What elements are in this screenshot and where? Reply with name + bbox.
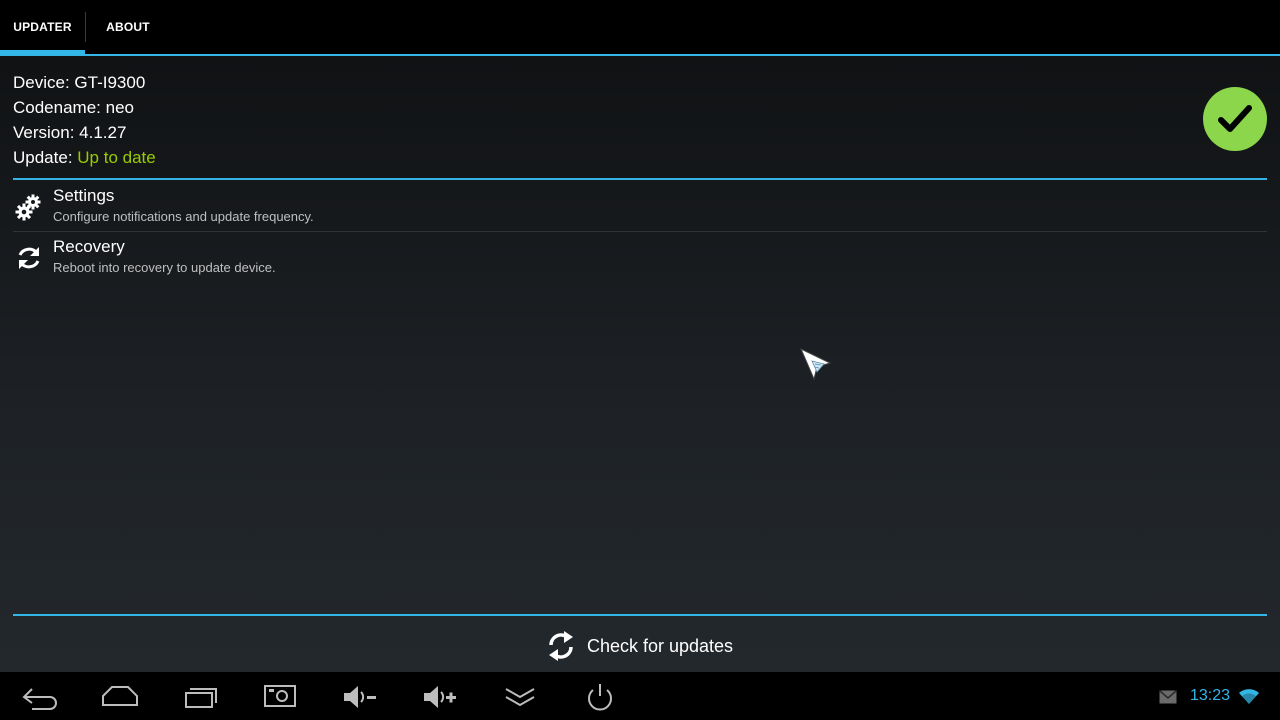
device-row: Device: GT-I9300 [13, 70, 156, 95]
tab-bar: UPDATER ABOUT [0, 0, 1280, 56]
recents-button[interactable] [176, 680, 224, 714]
device-value: GT-I9300 [74, 73, 146, 92]
recents-icon [185, 688, 217, 708]
action-separator [13, 614, 1267, 616]
device-label: Device: [13, 73, 70, 92]
home-button[interactable] [96, 680, 144, 714]
info-separator [13, 178, 1267, 180]
reboot-icon [18, 247, 40, 269]
codename-value: neo [105, 98, 134, 117]
volume-up-button[interactable] [416, 680, 464, 714]
back-icon [22, 688, 57, 710]
screenshot-button[interactable] [256, 680, 304, 714]
selected-tab-indicator [0, 50, 85, 54]
screen: UPDATER ABOUT Device: GT-I9300 Codename:… [0, 0, 1280, 720]
recovery-summary: Reboot into recovery to update device. [53, 260, 276, 275]
version-row: Version: 4.1.27 [13, 120, 156, 145]
wifi-icon [1239, 689, 1259, 704]
codename-label: Codename: [13, 98, 101, 117]
mouse-cursor-icon [800, 347, 832, 381]
power-icon [588, 684, 612, 711]
codename-row: Codename: neo [13, 95, 156, 120]
volume-down-button[interactable] [336, 680, 384, 714]
version-label: Version: [13, 123, 75, 142]
main-content: Device: GT-I9300 Codename: neo Version: … [0, 56, 1280, 672]
power-button[interactable] [576, 680, 624, 714]
check-for-updates-label: Check for updates [586, 635, 734, 656]
check-for-updates-button[interactable]: Check for updates [540, 622, 740, 670]
system-bar: 13:23 [0, 672, 1280, 720]
refresh-icon [548, 631, 573, 661]
update-row: Update: Up to date [13, 145, 156, 170]
settings-title: Settings [53, 186, 115, 205]
collapse-icon [505, 688, 535, 707]
volume-down-icon [344, 686, 376, 708]
update-label: Update: [13, 148, 73, 167]
recovery-title: Recovery [53, 237, 125, 256]
collapse-button[interactable] [496, 680, 544, 714]
back-button[interactable] [16, 680, 64, 714]
settings-summary: Configure notifications and update frequ… [53, 209, 314, 224]
tab-about[interactable]: ABOUT [86, 0, 170, 54]
check-icon [1218, 105, 1252, 132]
up-to-date-badge [1203, 87, 1267, 151]
settings-item[interactable]: Settings Configure notifications and upd… [13, 182, 1267, 232]
recovery-item[interactable]: Recovery Reboot into recovery to update … [13, 233, 1267, 283]
tab-updater[interactable]: UPDATER [0, 0, 85, 54]
gmail-notification-icon[interactable] [1159, 690, 1177, 704]
update-status-value: Up to date [77, 148, 156, 167]
list-divider [13, 231, 1267, 232]
home-icon [102, 686, 138, 706]
gears-icon [15, 194, 41, 221]
version-value: 4.1.27 [79, 123, 127, 142]
clock[interactable]: 13:23 [1190, 687, 1230, 705]
device-info: Device: GT-I9300 Codename: neo Version: … [13, 70, 156, 170]
volume-up-icon [424, 686, 456, 708]
screenshot-icon [264, 685, 296, 707]
